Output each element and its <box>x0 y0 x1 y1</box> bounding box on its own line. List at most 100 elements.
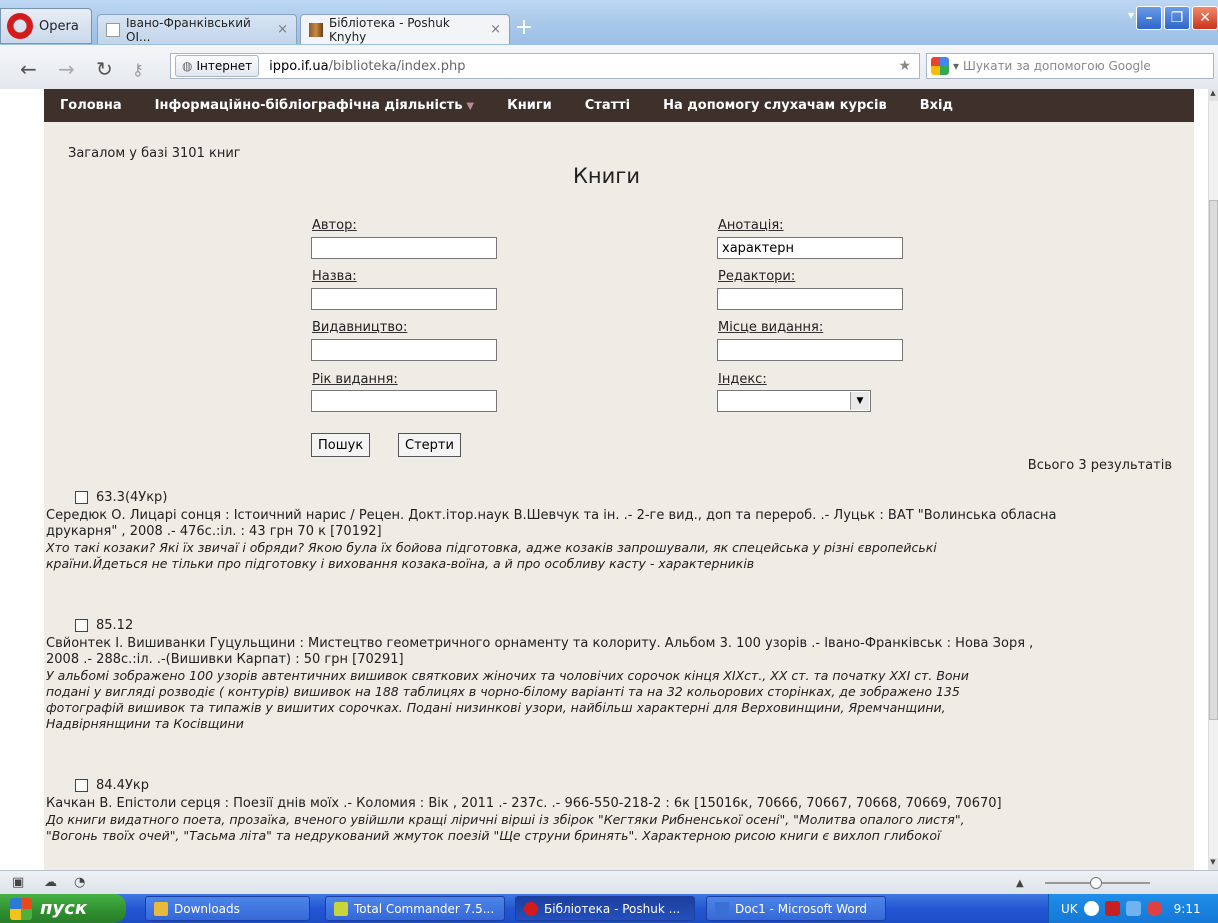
start-button[interactable]: пуск <box>0 894 126 923</box>
page-viewport: Головна Інформаційно-бібліографічна діял… <box>0 89 1208 870</box>
taskbar-item-total-commander[interactable]: Total Commander 7.5... <box>325 896 505 921</box>
close-icon[interactable]: × <box>277 22 288 37</box>
antivirus-icon[interactable] <box>1104 901 1120 916</box>
cloud-icon[interactable]: ☁ <box>44 875 57 890</box>
opera-logo-icon <box>7 13 33 39</box>
select-checkbox[interactable] <box>75 779 88 792</box>
item-annotation-line: фотографій вишивок та типажів у вишитих … <box>46 700 946 715</box>
minimize-button[interactable]: – <box>1136 6 1162 30</box>
nav-item-login[interactable]: Вхід <box>920 98 953 113</box>
select-checkbox[interactable] <box>75 619 88 632</box>
item-code: 85.12 <box>96 618 134 633</box>
opera-menu-label: Opera <box>39 18 79 34</box>
url-text: ippo.if.ua/biblioteka/index.php <box>269 58 466 74</box>
network-icon[interactable] <box>1083 901 1099 916</box>
browser-status-bar: ▣ ☁ ◔ ▲ <box>0 870 1218 894</box>
publisher-label: Видавництво: <box>312 320 408 335</box>
tab-label: Івано-Франківський ОІ... <box>126 15 251 44</box>
scrollbar-thumb[interactable] <box>1209 200 1218 720</box>
security-chip[interactable]: ◍ Інтернет <box>175 55 260 77</box>
opera-menu-button[interactable]: Opera <box>0 8 92 44</box>
zoom-slider-handle[interactable] <box>1090 877 1102 889</box>
item-code: 63.3(4Укр) <box>96 490 168 505</box>
item-annotation-line: До книги видатного поета, прозаїка, вчен… <box>46 812 965 827</box>
annotation-field[interactable] <box>717 237 903 259</box>
list-item: 84.4Укр Качкан В. Епістоли серця : Поезі… <box>46 778 1155 844</box>
url-bar[interactable]: ◍ Інтернет ippo.if.ua/biblioteka/index.p… <box>170 53 920 79</box>
search-placeholder: Шукати за допомогою Google <box>963 59 1151 73</box>
close-icon[interactable]: × <box>490 22 501 37</box>
content-area: Загалом у базі 3101 книг Книги Автор: На… <box>44 122 1194 870</box>
item-annotation-line: "Вогонь твоїх очей", "Тасьма літа" та не… <box>46 828 941 843</box>
taskbar-item-opera[interactable]: Бібліотека - Poshuk ... <box>515 896 695 921</box>
item-desc-line: Середюк О. Лицарі сонця : Істоичний нари… <box>46 508 1057 523</box>
windows-taskbar: пуск Downloads Total Commander 7.5... Бі… <box>0 894 1218 923</box>
index-select[interactable]: ▼ <box>717 390 871 412</box>
site-navbar: Головна Інформаційно-бібліографічна діял… <box>44 89 1194 122</box>
monitor-icon[interactable] <box>1125 901 1141 916</box>
new-tab-button[interactable]: + <box>512 17 536 40</box>
globe-icon: ◍ <box>182 59 193 73</box>
windows-logo-icon <box>10 897 32 920</box>
start-label: пуск <box>40 898 88 919</box>
taskbar-item-word[interactable]: Doc1 - Microsoft Word <box>706 896 886 921</box>
nav-item-books[interactable]: Книги <box>507 98 552 113</box>
page-icon <box>106 22 120 37</box>
publisher-field[interactable] <box>311 339 497 361</box>
total-commander-icon <box>334 901 348 916</box>
google-icon[interactable] <box>931 57 949 75</box>
item-desc-line: Качкан В. Епістоли серця : Поезії днів м… <box>46 796 1002 811</box>
tab-list-chevron-icon[interactable]: ▾ <box>1128 8 1134 22</box>
taskbar-item-downloads[interactable]: Downloads <box>145 896 310 921</box>
chevron-down-icon[interactable]: ▼ <box>850 392 869 410</box>
maximize-button[interactable]: ❐ <box>1164 6 1190 30</box>
bookmark-star-icon[interactable]: ★ <box>898 58 911 74</box>
search-button[interactable]: Пошук <box>311 433 371 457</box>
year-label: Рік видання: <box>312 372 398 387</box>
clear-button[interactable]: Стерти <box>398 433 461 457</box>
index-select-value <box>718 395 722 410</box>
tab-ippo[interactable]: Івано-Франківський ОІ... × <box>97 14 297 44</box>
reload-icon[interactable]: ↻ <box>96 57 113 81</box>
index-label: Індекс: <box>718 372 767 387</box>
annotation-label: Анотація: <box>718 218 784 233</box>
author-label: Автор: <box>312 218 357 233</box>
key-icon[interactable]: ⚷ <box>132 60 144 79</box>
close-window-button[interactable]: ✕ <box>1192 6 1218 30</box>
view-up-icon[interactable]: ▲ <box>1016 878 1024 889</box>
language-indicator[interactable]: UK <box>1061 902 1078 916</box>
clock[interactable]: 9:11 <box>1174 902 1201 916</box>
scroll-down-icon[interactable]: ▼ <box>1208 858 1218 870</box>
back-arrow-icon[interactable]: ← <box>20 57 37 81</box>
scroll-up-icon[interactable]: ▲ <box>1208 89 1218 101</box>
nav-item-course-help[interactable]: На допомогу слухачам курсів <box>663 98 887 113</box>
address-toolbar: ← → ↻ ⚷ ◍ Інтернет ippo.if.ua/biblioteka… <box>0 45 1218 90</box>
editors-field[interactable] <box>717 288 903 310</box>
chevron-down-icon[interactable]: ▾ <box>953 59 959 73</box>
system-tray: UK 9:11 <box>1048 894 1218 923</box>
nav-item-articles[interactable]: Статті <box>585 98 630 113</box>
tab-biblioteka[interactable]: Бібліотека - Poshuk Knyhy × <box>300 14 510 44</box>
author-field[interactable] <box>311 237 497 259</box>
alert-icon[interactable] <box>1146 901 1162 916</box>
place-field[interactable] <box>717 339 903 361</box>
title-label: Назва: <box>312 269 357 284</box>
panel-toggle-icon[interactable]: ▣ <box>12 875 24 890</box>
books-icon <box>309 22 323 37</box>
item-annotation-line: У альбомі зображено 100 узорів автентичн… <box>46 668 969 683</box>
item-annotation-line: країни.Йдеться не тільки про підготовку … <box>46 556 755 571</box>
item-desc-line: Свйонтек І. Вишиванки Гуцульщини : Мисте… <box>46 636 1034 651</box>
total-books-text: Загалом у базі 3101 книг <box>68 146 241 161</box>
turbo-icon[interactable]: ◔ <box>74 875 85 890</box>
results-count: Всього 3 результатів <box>1027 458 1172 473</box>
nav-item-info-bibliography[interactable]: Інформаційно-бібліографічна діяльність ▼ <box>155 98 474 113</box>
select-checkbox[interactable] <box>75 491 88 504</box>
search-field[interactable]: ▾ Шукати за допомогою Google <box>926 53 1214 79</box>
title-field[interactable] <box>311 288 497 310</box>
item-desc-line: 2008 .- 288с.:іл. .-(Вишивки Карпат) : 5… <box>46 652 404 667</box>
nav-item-home[interactable]: Головна <box>60 98 122 113</box>
year-field[interactable] <box>311 390 497 412</box>
item-code: 84.4Укр <box>96 778 149 793</box>
editors-label: Редактори: <box>718 269 796 284</box>
forward-arrow-icon[interactable]: → <box>58 57 75 81</box>
